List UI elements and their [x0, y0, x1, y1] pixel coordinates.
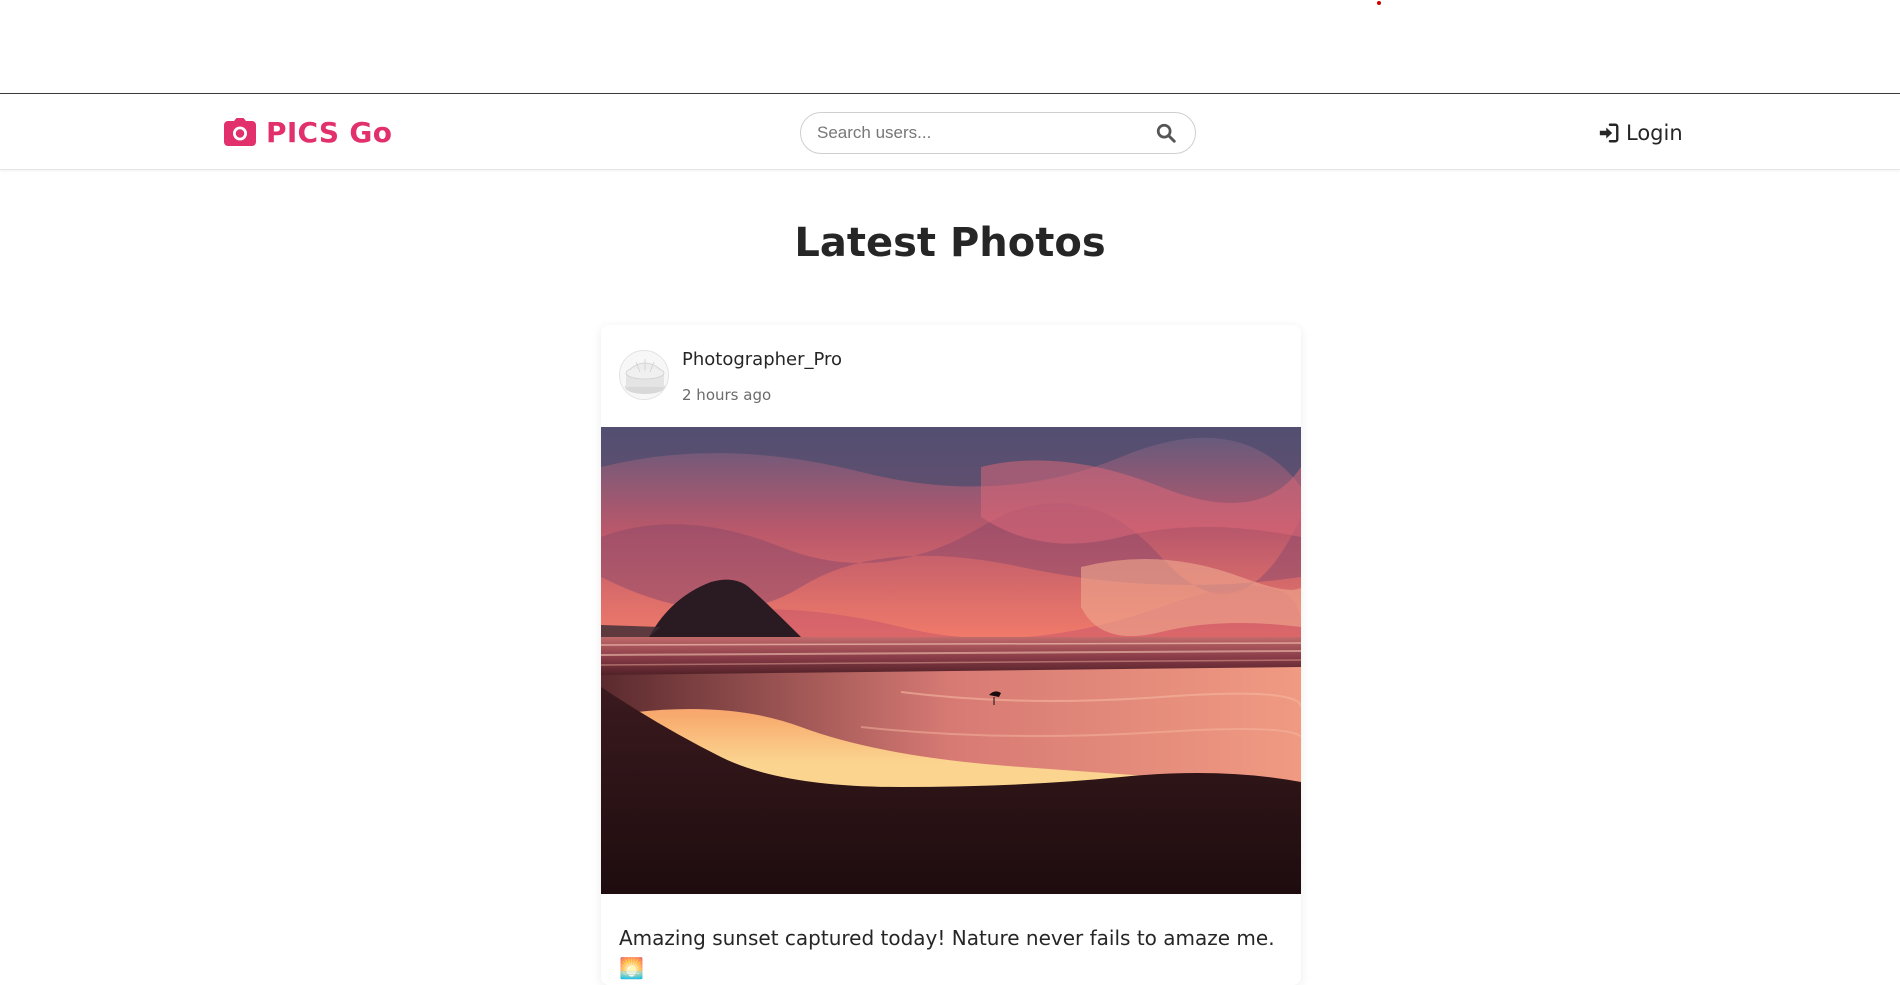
login-label: Login	[1626, 121, 1683, 145]
post-card: Photographer_Pro 2 hours ago Amazing sun…	[601, 325, 1301, 985]
search-icon[interactable]	[1155, 122, 1177, 144]
search-bar	[800, 112, 1196, 154]
navbar: PICS Go Login	[0, 93, 1900, 170]
top-blank-area	[0, 0, 1900, 93]
post-photo[interactable]	[601, 427, 1301, 894]
post-header: Photographer_Pro 2 hours ago	[601, 325, 1301, 427]
post-timestamp: 2 hours ago	[682, 386, 772, 404]
red-dot-marker	[1377, 1, 1381, 5]
camera-icon	[224, 118, 256, 146]
post-caption: Amazing sunset captured today! Nature ne…	[619, 923, 1283, 983]
page-title: Latest Photos	[794, 220, 1106, 266]
avatar-image	[620, 351, 668, 399]
caption-text: Amazing sunset captured today! Nature ne…	[619, 926, 1275, 980]
sign-in-icon	[1599, 123, 1619, 143]
search-input[interactable]	[817, 118, 1137, 148]
post-username[interactable]: Photographer_Pro	[682, 349, 842, 370]
login-link[interactable]: Login	[1598, 118, 1683, 148]
brand-logo[interactable]: PICS Go	[224, 115, 393, 149]
avatar[interactable]	[619, 350, 669, 400]
brand-name: PICS Go	[266, 115, 393, 149]
